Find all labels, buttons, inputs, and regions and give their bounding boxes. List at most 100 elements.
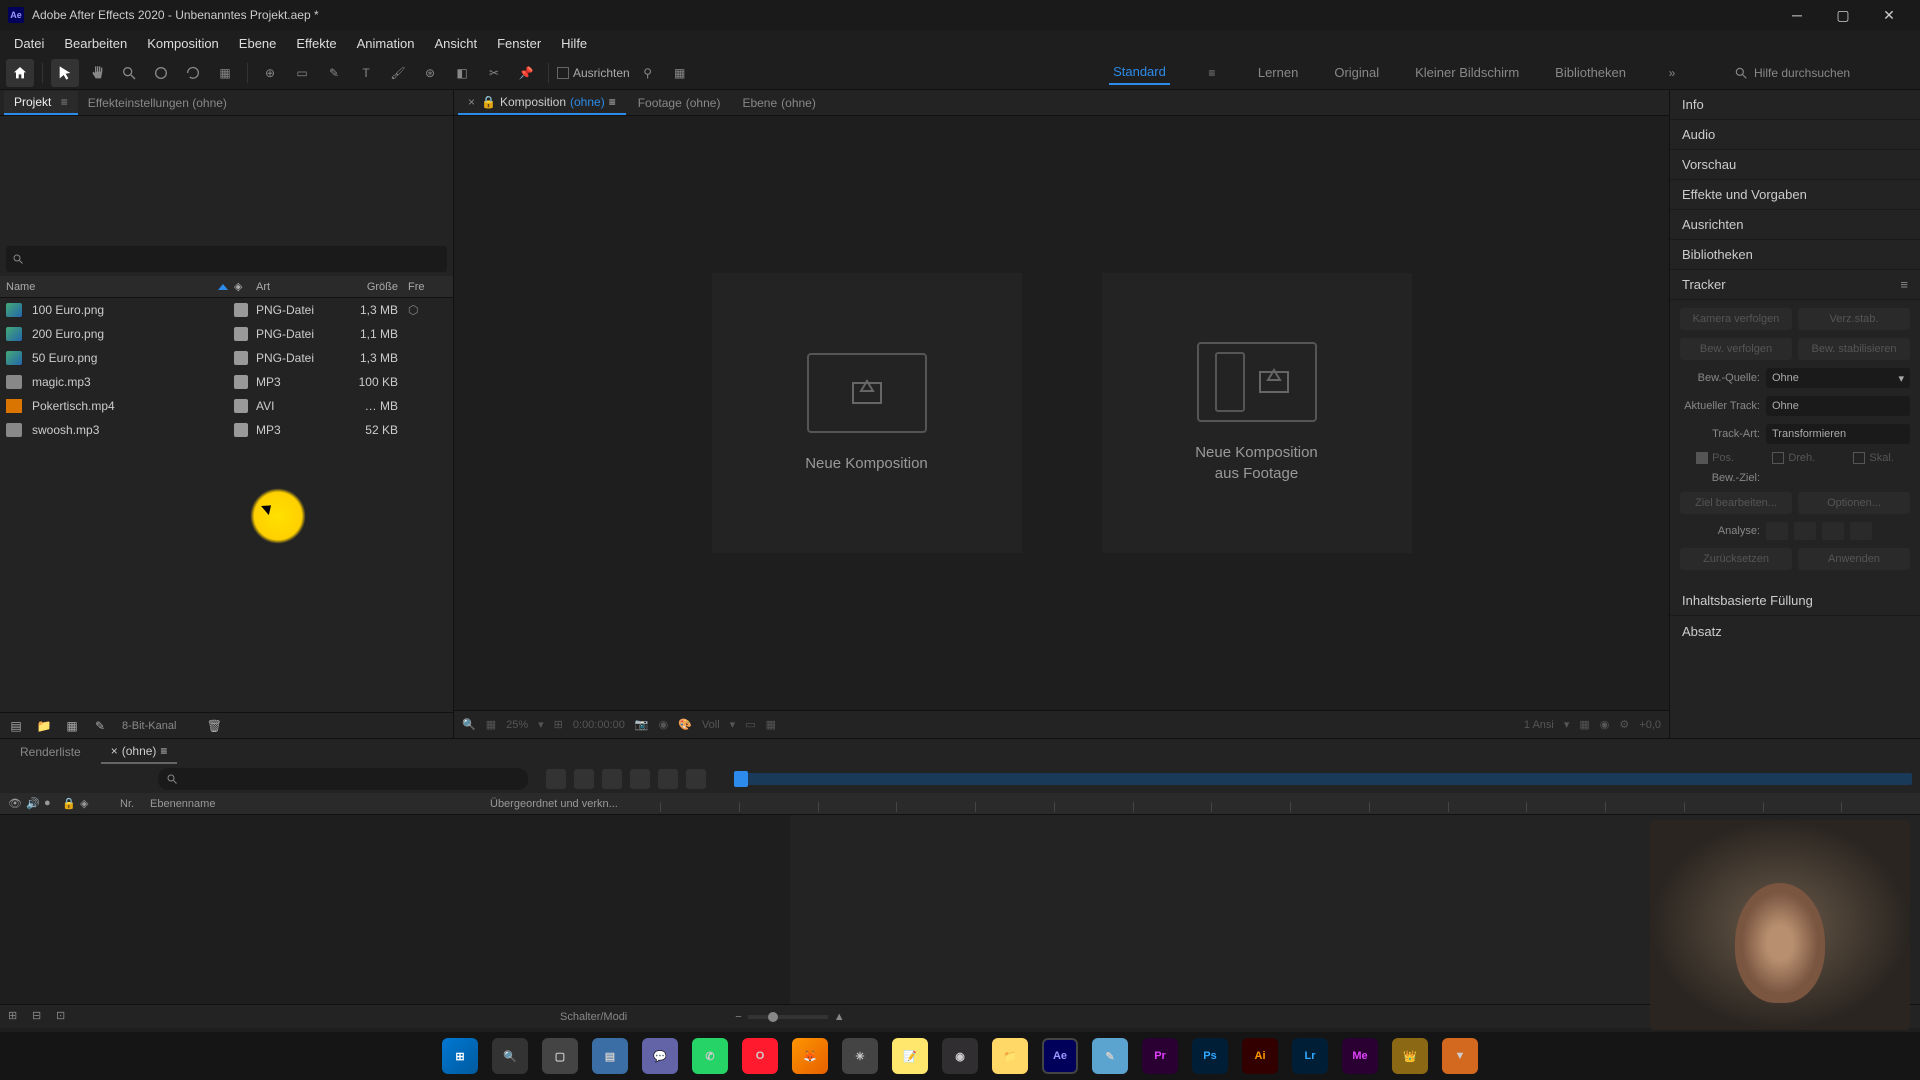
eraser-tool[interactable]: ◧ xyxy=(448,59,476,87)
panel-effekte-vorgaben[interactable]: Effekte und Vorgaben xyxy=(1670,180,1920,210)
scale-checkbox[interactable]: Skal. xyxy=(1853,452,1893,464)
menu-komposition[interactable]: Komposition xyxy=(137,32,229,55)
taskbar-start[interactable]: ⊞ xyxy=(442,1038,478,1074)
analyze-back-frame-icon[interactable] xyxy=(1766,522,1788,540)
panel-vorschau[interactable]: Vorschau xyxy=(1670,150,1920,180)
timeline-zoom-slider[interactable]: − ▲ xyxy=(735,1011,844,1023)
label-color-icon[interactable] xyxy=(234,399,248,413)
interpret-footage-icon[interactable]: ▤ xyxy=(6,716,26,736)
menu-fenster[interactable]: Fenster xyxy=(487,32,551,55)
resolution-icon[interactable]: ⊞ xyxy=(554,718,563,731)
taskbar-lightroom[interactable]: Lr xyxy=(1292,1038,1328,1074)
visibility-column-icon[interactable]: 👁 xyxy=(8,797,22,811)
table-row[interactable]: Pokertisch.mp4AVI… MB xyxy=(0,394,453,418)
panel-audio[interactable]: Audio xyxy=(1670,120,1920,150)
switch-quality-icon[interactable] xyxy=(374,797,388,811)
workspace-standard[interactable]: Standard xyxy=(1109,60,1170,85)
workspace-original[interactable]: Original xyxy=(1330,61,1383,84)
zoom-value[interactable]: 25% xyxy=(506,719,528,731)
panel-menu-icon[interactable]: ≡ xyxy=(57,95,67,109)
tab-footage[interactable]: Footage (ohne) xyxy=(628,92,731,114)
chevron-down-icon[interactable]: ▾ xyxy=(730,718,736,731)
solo-column-icon[interactable]: ● xyxy=(44,797,58,811)
col-nr[interactable]: Nr. xyxy=(110,798,150,810)
zoom-in-icon[interactable]: ▲ xyxy=(834,1011,845,1023)
alpha-icon[interactable]: ▦ xyxy=(486,718,496,731)
gear-icon[interactable]: ⚙ xyxy=(1619,718,1629,731)
label-color-icon[interactable] xyxy=(234,375,248,389)
exposure-value[interactable]: +0,0 xyxy=(1639,719,1661,731)
workspace-menu-icon[interactable]: ≡ xyxy=(1198,59,1226,87)
bit-depth-label[interactable]: 8-Bit-Kanal xyxy=(122,720,176,732)
resolution-select[interactable]: Voll xyxy=(702,719,720,731)
rotation-checkbox[interactable]: Dreh. xyxy=(1772,452,1815,464)
color-icon[interactable]: 🎨 xyxy=(678,718,692,731)
taskbar-premiere[interactable]: Pr xyxy=(1142,1038,1178,1074)
lock-column-icon[interactable]: 🔒 xyxy=(62,797,76,811)
rotate-tool[interactable] xyxy=(179,59,207,87)
current-track-select[interactable]: Ohne xyxy=(1766,396,1910,416)
motion-source-select[interactable]: Ohne▾ xyxy=(1766,368,1910,388)
hand-tool[interactable] xyxy=(83,59,111,87)
menu-bearbeiten[interactable]: Bearbeiten xyxy=(54,32,137,55)
view-icon[interactable]: ▦ xyxy=(1579,718,1589,731)
label-color-icon[interactable] xyxy=(234,423,248,437)
panel-content-aware-fill[interactable]: Inhaltsbasierte Füllung xyxy=(1670,586,1920,616)
panel-menu-icon[interactable]: ≡ xyxy=(1900,277,1908,292)
label-color-icon[interactable] xyxy=(234,351,248,365)
label-color-icon[interactable] xyxy=(234,303,248,317)
shy-icon[interactable] xyxy=(602,769,622,789)
minimize-button[interactable]: ─ xyxy=(1774,0,1820,30)
track-motion-button[interactable]: Bew. verfolgen xyxy=(1680,338,1792,360)
pen-tool[interactable]: ✎ xyxy=(320,59,348,87)
new-composition-from-footage-button[interactable]: Neue Kompositionaus Footage xyxy=(1102,273,1412,553)
work-area-bar[interactable] xyxy=(734,773,1912,785)
taskbar-notepad[interactable]: ✎ xyxy=(1092,1038,1128,1074)
taskbar-media-encoder[interactable]: Me xyxy=(1342,1038,1378,1074)
taskbar-opera[interactable]: O xyxy=(742,1038,778,1074)
zoom-tool[interactable] xyxy=(115,59,143,87)
help-search[interactable]: Hilfe durchsuchen xyxy=(1734,66,1914,80)
analyze-back-icon[interactable] xyxy=(1794,522,1816,540)
switch-adjustment-icon[interactable] xyxy=(442,797,456,811)
workspace-overflow-icon[interactable]: » xyxy=(1658,59,1686,87)
menu-ebene[interactable]: Ebene xyxy=(229,32,287,55)
new-comp-icon[interactable]: ▦ xyxy=(62,716,82,736)
col-name[interactable]: Name xyxy=(6,281,35,293)
switch-fx-icon[interactable] xyxy=(391,797,405,811)
graph-editor-icon[interactable] xyxy=(686,769,706,789)
snap-toggle[interactable]: Ausrichten xyxy=(557,66,630,80)
taskbar-widgets[interactable]: ▤ xyxy=(592,1038,628,1074)
tab-close-icon[interactable]: × xyxy=(468,95,475,109)
menu-hilfe[interactable]: Hilfe xyxy=(551,32,597,55)
menu-animation[interactable]: Animation xyxy=(347,32,425,55)
channel-icon[interactable]: ◉ xyxy=(659,718,669,731)
anchor-tool[interactable]: ⊕ xyxy=(256,59,284,87)
table-row[interactable]: swoosh.mp3MP352 KB xyxy=(0,418,453,442)
panel-ausrichten[interactable]: Ausrichten xyxy=(1670,210,1920,240)
col-art[interactable]: Art xyxy=(256,281,348,293)
taskbar-app3[interactable]: ▼ xyxy=(1442,1038,1478,1074)
tab-renderliste[interactable]: Renderliste xyxy=(10,741,91,763)
view-count[interactable]: 1 Ansi xyxy=(1524,719,1554,731)
taskbar-obs[interactable]: ◉ xyxy=(942,1038,978,1074)
tab-effekteinstellungen[interactable]: Effekteinstellungen (ohne) xyxy=(78,92,237,114)
puppet-tool[interactable]: 📌 xyxy=(512,59,540,87)
panel-menu-icon[interactable]: ≡ xyxy=(609,95,616,109)
tab-timeline-ohne[interactable]: × (ohne) ≡ xyxy=(101,740,178,764)
timeline-search[interactable] xyxy=(158,768,528,790)
audio-column-icon[interactable]: 🔊 xyxy=(26,797,40,811)
home-tool[interactable] xyxy=(6,59,34,87)
maximize-button[interactable]: ▢ xyxy=(1820,0,1866,30)
switches-modes-label[interactable]: Schalter/Modi xyxy=(560,1011,627,1023)
switch-motionblur-icon[interactable] xyxy=(425,797,439,811)
table-row[interactable]: 100 Euro.pngPNG-Datei1,3 MB⬡ xyxy=(0,298,453,322)
panel-tracker[interactable]: Tracker≡ xyxy=(1670,270,1920,300)
reset-button[interactable]: Zurücksetzen xyxy=(1680,548,1792,570)
tab-komposition[interactable]: × 🔒 Komposition (ohne) ≡ xyxy=(458,91,626,115)
snap-magnet-icon[interactable]: ⚲ xyxy=(634,59,662,87)
taskbar-app[interactable]: ✳ xyxy=(842,1038,878,1074)
menu-effekte[interactable]: Effekte xyxy=(286,32,346,55)
label-column-icon[interactable]: ◈ xyxy=(80,797,110,810)
col-framerate[interactable]: Fre xyxy=(408,281,438,293)
